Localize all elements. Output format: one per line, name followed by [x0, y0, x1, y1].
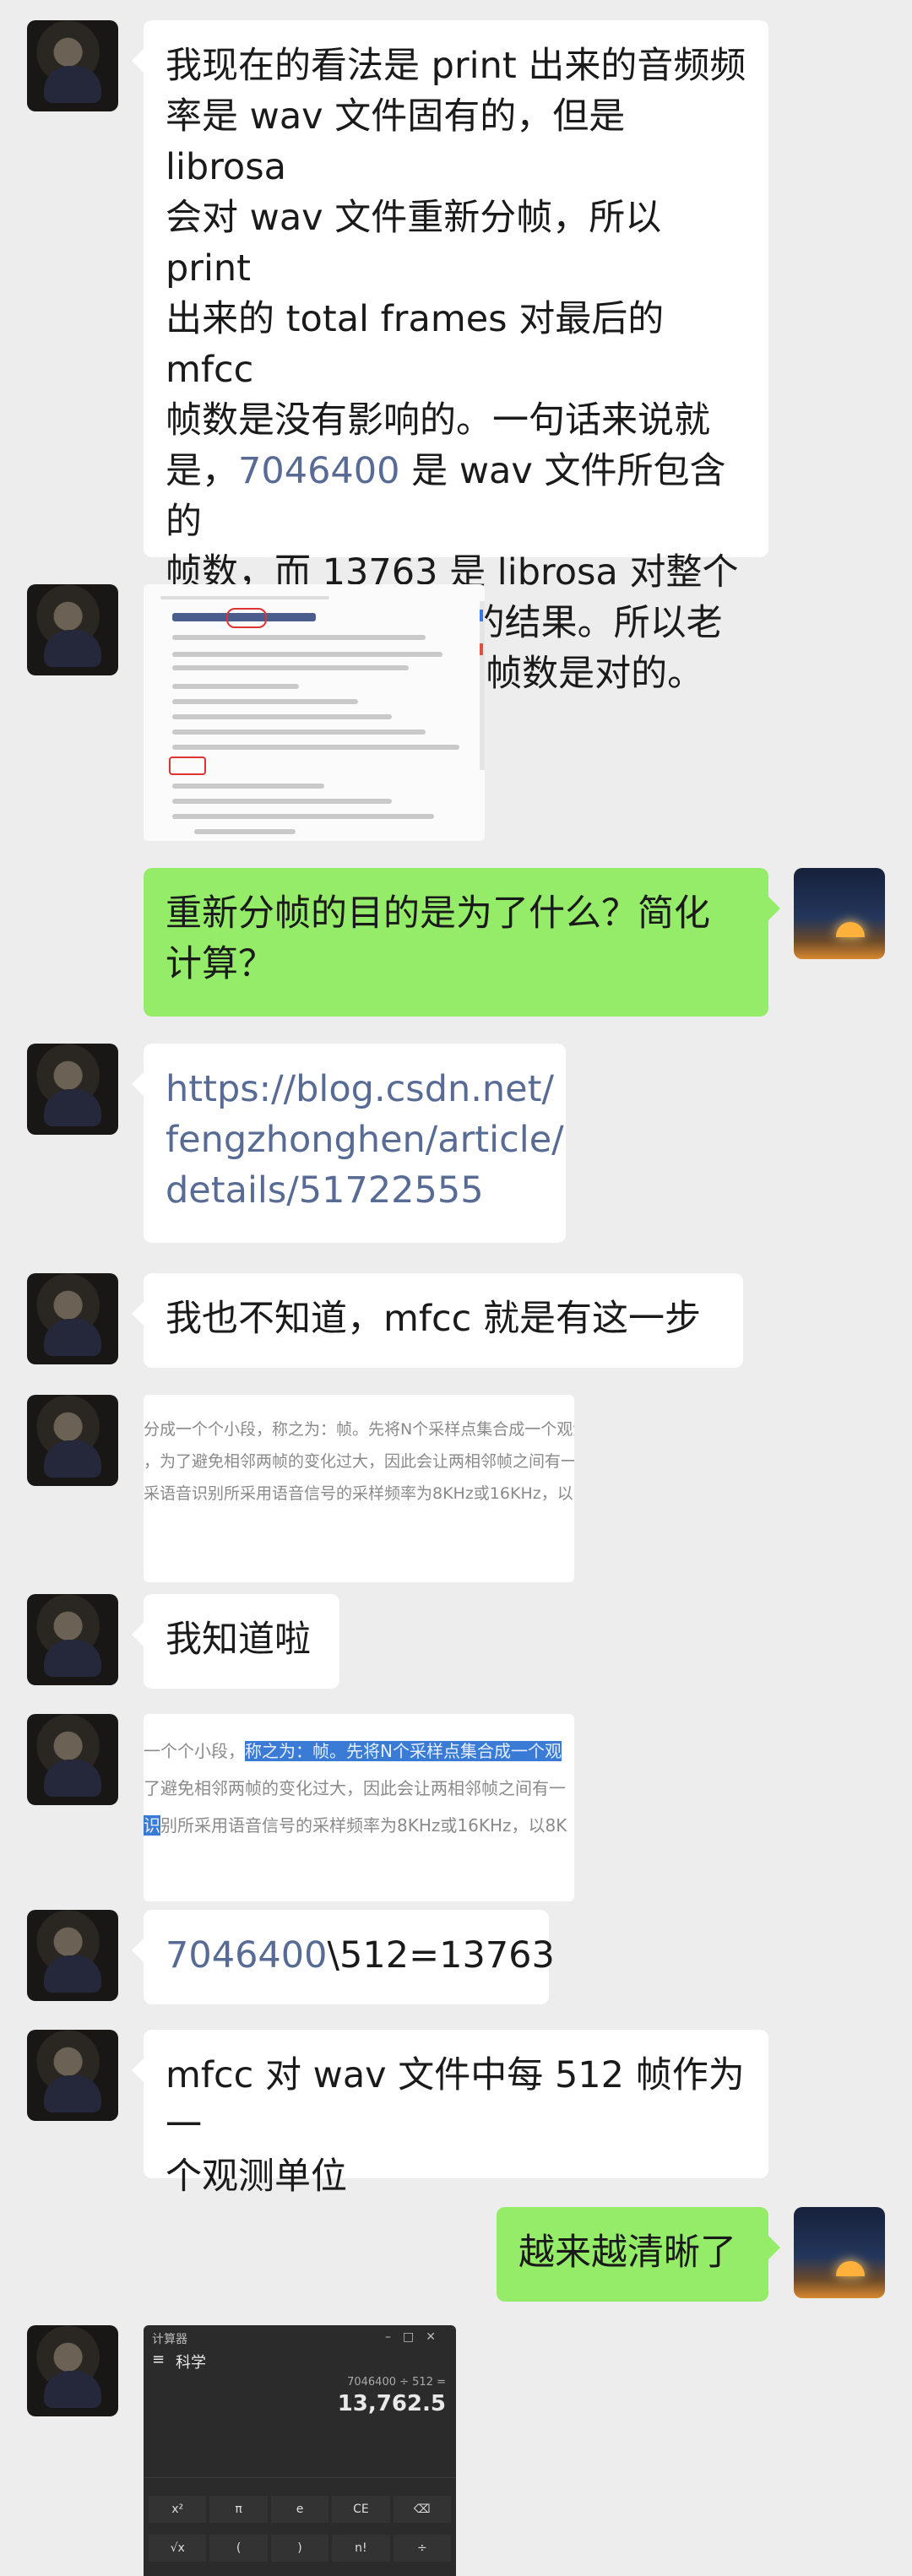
message-line: 7046400\512=13763 [166, 1930, 555, 1981]
calculator-key[interactable]: ( [209, 2535, 268, 2562]
text-message-bubble[interactable]: 7046400\512=13763 [132, 1910, 555, 2004]
contact-avatar[interactable] [27, 20, 118, 111]
link-message-bubble[interactable]: https://blog.csdn.net/ fengzhonghen/arti… [132, 1044, 566, 1243]
snippet-text: 别所采用语音信号的采样频率为8KHz或16KHz，以8K [160, 1815, 567, 1836]
image-message-calculator-screenshot[interactable]: 计算器 –□✕ ≡ 科学 7046400 ÷ 512 = 13,762.5 x²… [144, 2325, 456, 2576]
message-text: 我知道啦 [166, 1619, 311, 1661]
message-text: 是， [166, 450, 238, 492]
text-message-bubble[interactable]: 我现在的看法是 print 出来的音频频 率是 wav 文件固有的，但是 lib… [132, 20, 768, 695]
calculator-key[interactable]: ÷ [393, 2535, 452, 2562]
contact-avatar[interactable] [27, 1714, 118, 1805]
my-avatar[interactable] [794, 2207, 885, 2298]
text-message-bubble[interactable]: 重新分帧的目的是为了什么？简化 计算？ [144, 868, 780, 1017]
calculator-key[interactable]: n! [332, 2535, 390, 2562]
message-text: \512=13763 [327, 1934, 555, 1977]
message-text: 越来越清晰了 [518, 2232, 736, 2274]
message-line: 会对 wav 文件重新分帧，所以 print [166, 197, 662, 290]
image-message-text-snippet[interactable]: 分成一个个小段，称之为：帧。先将N个采样点集合成一个观测单位 ，为了避免相邻两帧… [144, 1395, 574, 1582]
link-line[interactable]: fengzhonghen/article/ [166, 1114, 564, 1165]
contact-avatar[interactable] [27, 2030, 118, 2121]
contact-avatar[interactable] [27, 1044, 118, 1135]
calculator-mode: 科学 [176, 2354, 206, 2372]
message-line: 出来的 total frames 对最后的 mfcc [166, 298, 665, 391]
text-message-bubble[interactable]: 我也不知道，mfcc 就是有这一步 [132, 1273, 743, 1368]
message-line: 是，7046400 是 wav 文件所包含的 [166, 446, 746, 547]
link-line[interactable]: details/51722555 [166, 1165, 544, 1216]
image-message-document-screenshot[interactable] [144, 584, 485, 841]
contact-avatar[interactable] [27, 1910, 118, 2001]
contact-avatar[interactable] [27, 584, 118, 675]
my-avatar[interactable] [794, 868, 885, 959]
contact-avatar[interactable] [27, 1395, 118, 1486]
message-line: 计算？ [166, 943, 274, 985]
menu-icon: ≡ [152, 2351, 166, 2368]
message-text: 我也不知道，mfcc 就是有这一步 [166, 1298, 701, 1340]
link-line[interactable]: https://blog.csdn.net/ [166, 1064, 554, 1114]
highlighted-text: 称之为：帧。先将N个采样点集合成一个观 [245, 1741, 562, 1761]
window-controls: –□✕ [385, 2330, 448, 2344]
contact-avatar[interactable] [27, 2325, 118, 2416]
number-link[interactable]: 7046400 [238, 450, 400, 492]
calculator-key[interactable]: x² [149, 2496, 207, 2523]
key-row: x² π e CE ⌫ [147, 2494, 453, 2524]
number-link[interactable]: 7046400 [166, 1934, 328, 1977]
text-message-bubble[interactable]: 越来越清晰了 [497, 2207, 780, 2302]
snippet-text: 一个个小段， [144, 1741, 245, 1761]
snippet-line: 识别所采用语音信号的采样频率为8KHz或16KHz，以8K [144, 1807, 574, 1844]
calculator-key[interactable]: e [270, 2496, 329, 2523]
message-line: 重新分帧的目的是为了什么？简化 [166, 892, 710, 935]
message-line: 个观测单位 [166, 2156, 347, 2198]
snippet-line: 采语音识别所采用语音信号的采样频率为8KHz或16KHz，以8KHz来 [144, 1484, 574, 1503]
calculator-key[interactable]: ) [270, 2535, 329, 2562]
calculator-expression: 7046400 ÷ 512 = [347, 2376, 446, 2389]
image-message-highlighted-snippet[interactable]: 一个个小段，称之为：帧。先将N个采样点集合成一个观 了避免相邻两帧的变化过大，因… [144, 1714, 574, 1901]
calculator-key[interactable]: CE [332, 2496, 390, 2523]
text-message-bubble[interactable]: mfcc 对 wav 文件中每 512 帧作为一 个观测单位 [132, 2030, 768, 2198]
snippet-line: 分成一个个小段，称之为：帧。先将N个采样点集合成一个观测单位 [144, 1420, 574, 1439]
contact-avatar[interactable] [27, 1273, 118, 1364]
snippet-line: 了避免相邻两帧的变化过大，因此会让两相邻帧之间有一 [144, 1778, 566, 1798]
snippet-line: 一个个小段，称之为：帧。先将N个采样点集合成一个观 [144, 1733, 574, 1770]
text-message-bubble[interactable]: 我知道啦 [132, 1594, 339, 1689]
calculator-result: 13,762.5 [337, 2391, 446, 2416]
snippet-line: ，为了避免相邻两帧的变化过大，因此会让两相邻帧之间有一段重叠 [144, 1452, 574, 1471]
key-row: √x ( ) n! ÷ [147, 2533, 453, 2563]
message-line: mfcc 对 wav 文件中每 512 帧作为一 [166, 2054, 745, 2147]
contact-avatar[interactable] [27, 1594, 118, 1685]
calculator-key[interactable]: ⌫ [393, 2496, 452, 2523]
calculator-app-title: 计算器 [152, 2333, 187, 2346]
message-line: 率是 wav 文件固有的，但是 librosa [166, 95, 626, 188]
message-line: 我现在的看法是 print 出来的音频频 [166, 45, 746, 87]
calculator-key[interactable]: π [209, 2496, 268, 2523]
message-line: 帧数是没有影响的。一句话来说就 [166, 399, 710, 442]
calculator-key[interactable]: √x [149, 2535, 207, 2562]
highlighted-text: 识 [144, 1815, 160, 1836]
